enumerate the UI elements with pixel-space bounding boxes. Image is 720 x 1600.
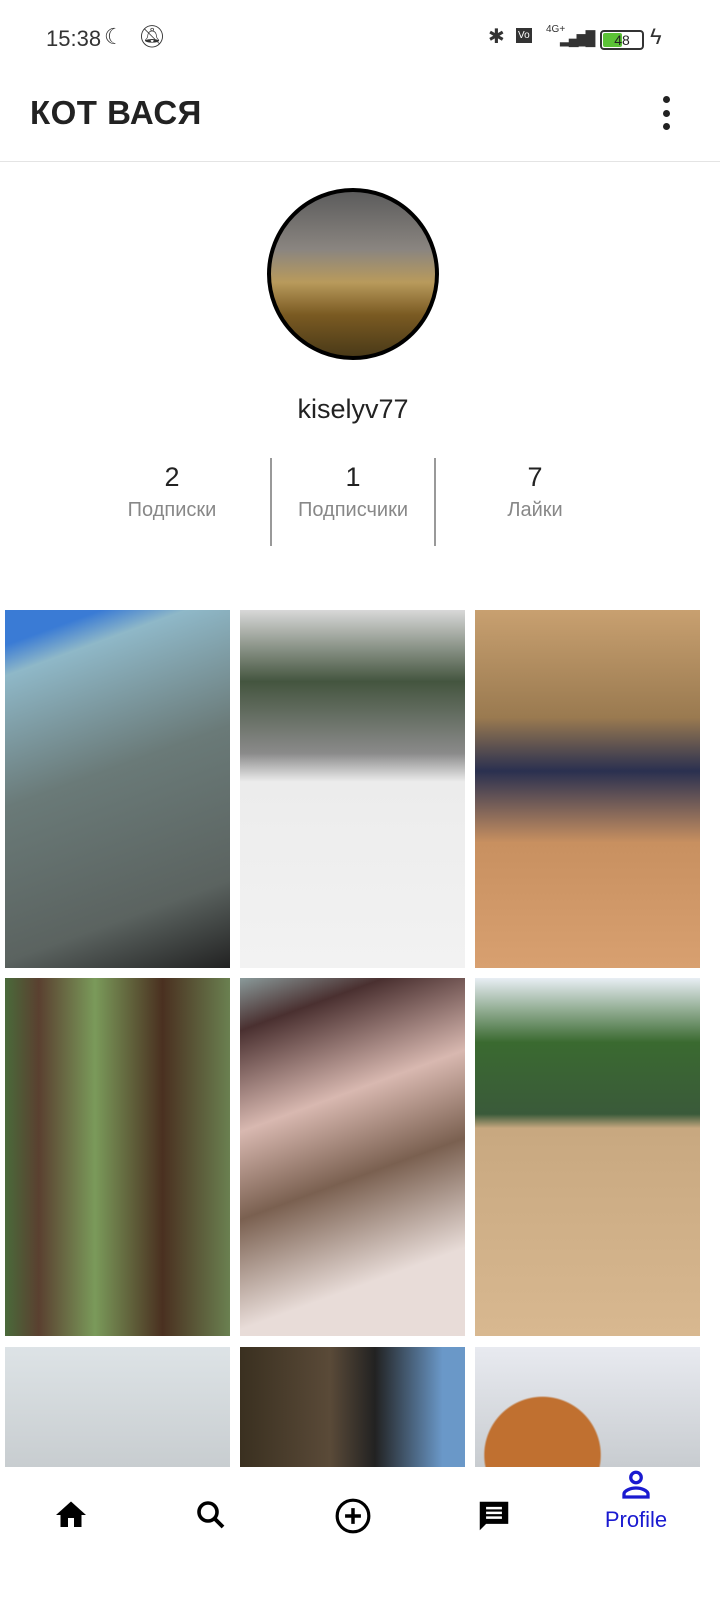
post-thumbnail[interactable]: [5, 978, 230, 1336]
nav-add[interactable]: [323, 1497, 383, 1535]
post-thumbnail[interactable]: [5, 610, 230, 968]
nav-search[interactable]: [181, 1497, 241, 1533]
status-bar: 15:38 ☾ 🔕︎ ✱ Vo 4G+ ▂▄▆█ 48 ϟ: [0, 0, 720, 80]
stat-following[interactable]: 2 Подписки: [92, 462, 252, 522]
stat-value: 1: [345, 462, 361, 492]
stat-label: Лайки: [507, 499, 563, 521]
nav-home[interactable]: [41, 1497, 101, 1533]
posts-grid: [5, 610, 701, 1467]
battery-icon: 48: [600, 30, 644, 50]
post-thumbnail[interactable]: [240, 978, 465, 1336]
app-bar: КОТ ВАСЯ: [0, 80, 720, 162]
post-thumbnail[interactable]: [240, 1347, 465, 1467]
bluetooth-icon: ✱: [488, 26, 505, 48]
volte-icon: Vo: [516, 28, 532, 43]
nav-profile-label: Profile: [604, 1507, 668, 1532]
moon-icon: ☾: [104, 24, 124, 49]
stat-value: 7: [527, 462, 543, 492]
bottom-nav: Profile: [0, 1467, 720, 1600]
bell-off-icon: 🔕︎: [138, 24, 166, 49]
post-thumbnail[interactable]: [240, 610, 465, 968]
add-circle-icon: [335, 1498, 371, 1534]
stat-label: Подписки: [127, 499, 217, 521]
avatar[interactable]: [267, 188, 439, 360]
charging-icon: ϟ: [650, 24, 662, 49]
username: kiselyv77: [297, 394, 409, 424]
more-options-icon[interactable]: [656, 96, 676, 130]
signal-icon: ▂▄▆█: [560, 30, 595, 46]
profile-icon: [622, 1470, 650, 1499]
stat-value: 2: [164, 462, 180, 492]
nav-profile[interactable]: Profile: [604, 1467, 668, 1533]
post-thumbnail[interactable]: [475, 1347, 700, 1467]
post-thumbnail[interactable]: [475, 978, 700, 1336]
clock: 15:38: [46, 26, 102, 51]
post-thumbnail[interactable]: [5, 1347, 230, 1467]
stat-likes[interactable]: 7 Лайки: [455, 462, 615, 522]
stat-label: Подписчики: [297, 499, 409, 521]
stat-followers[interactable]: 1 Подписчики: [273, 462, 433, 522]
message-icon: [479, 1501, 509, 1531]
page-title: КОТ ВАСЯ: [30, 94, 202, 131]
divider: [434, 458, 436, 546]
nav-messages[interactable]: [464, 1497, 524, 1535]
post-thumbnail[interactable]: [475, 610, 700, 968]
search-icon: [197, 1501, 225, 1529]
divider: [270, 458, 272, 546]
home-icon: [56, 1501, 86, 1527]
